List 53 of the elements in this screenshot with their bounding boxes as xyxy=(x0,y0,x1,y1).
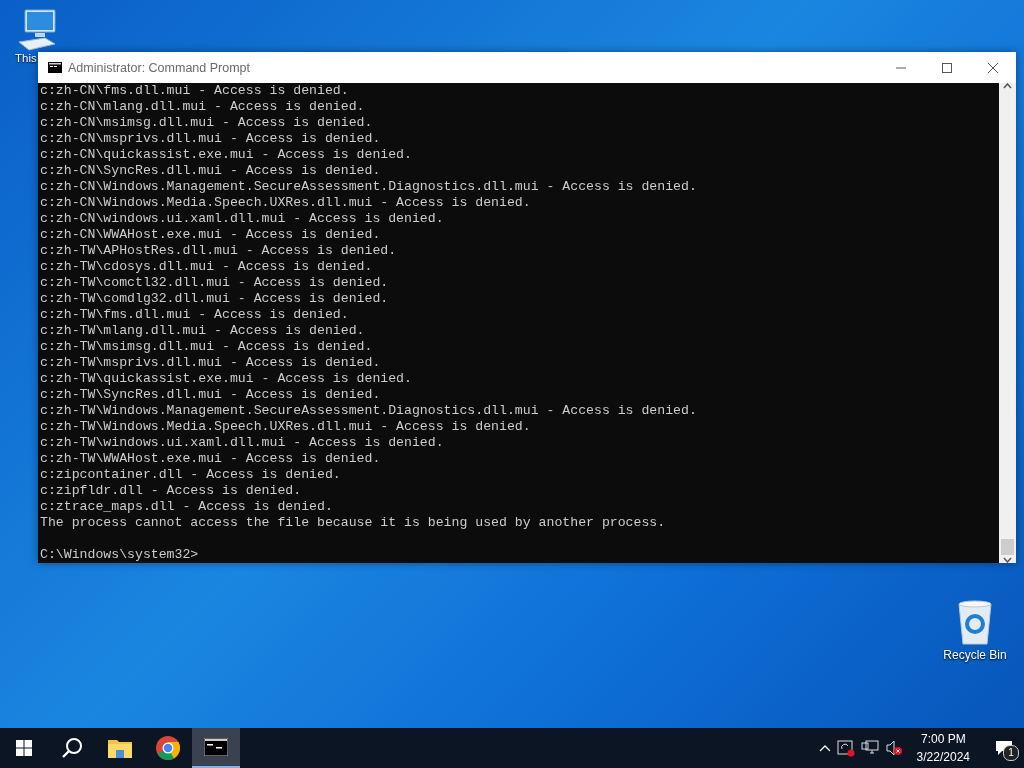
console-line: c:zh-TW\fms.dll.mui - Access is denied. xyxy=(40,307,349,323)
console-line: c:zh-TW\Windows.Media.Speech.UXRes.dll.mui - Access is denied. xyxy=(40,419,531,435)
console-line: c:zh-CN\fms.dll.mui - Access is denied. xyxy=(40,83,349,99)
console-line: c:zh-CN\msprivs.dll.mui - Access is denied. xyxy=(40,131,381,147)
command-prompt-button[interactable] xyxy=(192,728,240,768)
chrome-icon xyxy=(155,735,181,761)
scrollbar-thumb[interactable] xyxy=(1001,539,1014,555)
console-line: c:zh-CN\Windows.Management.SecureAssessment.Diagnostics.dll.mui - Access is denied. xyxy=(40,179,697,195)
console-line: c:zh-TW\WWAHost.exe.mui - Access is denied. xyxy=(40,451,381,467)
clock[interactable]: 7:00 PM 3/22/2024 xyxy=(908,730,978,766)
console-line: The process cannot access the file because it is being used by another process. xyxy=(40,515,666,531)
clock-date: 3/22/2024 xyxy=(916,749,970,766)
console-line: c:zh-TW\quickassist.exe.mui - Access is denied. xyxy=(40,371,412,387)
console-line: c:zipfldr.dll - Access is denied. xyxy=(40,483,302,499)
network-icon[interactable] xyxy=(860,740,879,756)
folder-icon xyxy=(108,738,132,758)
console-line: c:zh-TW\cdosys.dll.mui - Access is denied. xyxy=(40,259,373,275)
terminal-icon xyxy=(48,62,62,73)
console-line: c:zh-CN\mlang.dll.mui - Access is denied. xyxy=(40,99,365,115)
icon-label: This xyxy=(15,52,37,64)
console-line: c:zh-TW\msprivs.dll.mui - Access is denied. xyxy=(40,355,381,371)
volume-muted-icon[interactable] xyxy=(884,740,903,756)
console-line: c:zh-CN\quickassist.exe.mui - Access is denied. xyxy=(40,147,412,163)
console-line: c:zh-TW\windows.ui.xaml.dll.mui - Access is denied. xyxy=(40,435,444,451)
windows-logo-icon xyxy=(16,740,32,756)
close-icon xyxy=(988,62,998,73)
notifications-button[interactable]: 1 xyxy=(984,728,1024,768)
console-line: c:zh-TW\msimsg.dll.mui - Access is denied. xyxy=(40,339,373,355)
console-line: c:zh-TW\comctl32.dll.mui - Access is denied. xyxy=(40,275,389,291)
console-line: c:zh-CN\WWAHost.exe.mui - Access is denied. xyxy=(40,227,381,243)
console-line: c:zh-CN\Windows.Media.Speech.UXRes.dll.mui - Access is denied. xyxy=(40,195,531,211)
window-title: Administrator: Command Prompt xyxy=(68,60,251,75)
console-line: c:zh-TW\mlang.dll.mui - Access is denied. xyxy=(40,323,365,339)
scroll-up-icon xyxy=(1003,83,1012,89)
console-line: c:zh-TW\comdlg32.dll.mui - Access is denied. xyxy=(40,291,389,307)
maximize-icon xyxy=(942,62,952,73)
command-prompt: C:\Windows\system32> xyxy=(40,547,199,563)
scroll-down-icon xyxy=(1003,557,1012,563)
clock-time: 7:00 PM xyxy=(920,731,966,748)
console-line: c:ztrace_maps.dll - Access is denied. xyxy=(40,499,333,515)
console-line: c:zh-CN\windows.ui.xaml.dll.mui - Access is denied. xyxy=(40,211,444,227)
notification-badge: 1 xyxy=(1003,745,1019,761)
recycle-bin-icon[interactable] xyxy=(955,600,995,646)
console-line: c:zh-CN\SyncRes.dll.mui - Access is denied. xyxy=(40,163,381,179)
chevron-up-icon[interactable] xyxy=(818,744,831,752)
search-icon xyxy=(61,737,83,759)
icon-label: Recycle Bin xyxy=(943,648,1007,662)
terminal-icon xyxy=(204,738,228,756)
console-line: c:zh-TW\APHostRes.dll.mui - Access is denied. xyxy=(40,243,397,259)
console-line: c:zh-TW\SyncRes.dll.mui - Access is denied. xyxy=(40,387,381,403)
console-line: c:zh-CN\msimsg.dll.mui - Access is denied. xyxy=(40,115,373,131)
console-line: c:zipcontainer.dll - Access is denied. xyxy=(40,467,341,483)
console-line: c:zh-TW\Windows.Management.SecureAssessment.Diagnostics.dll.mui - Access is denied. xyxy=(40,403,697,419)
